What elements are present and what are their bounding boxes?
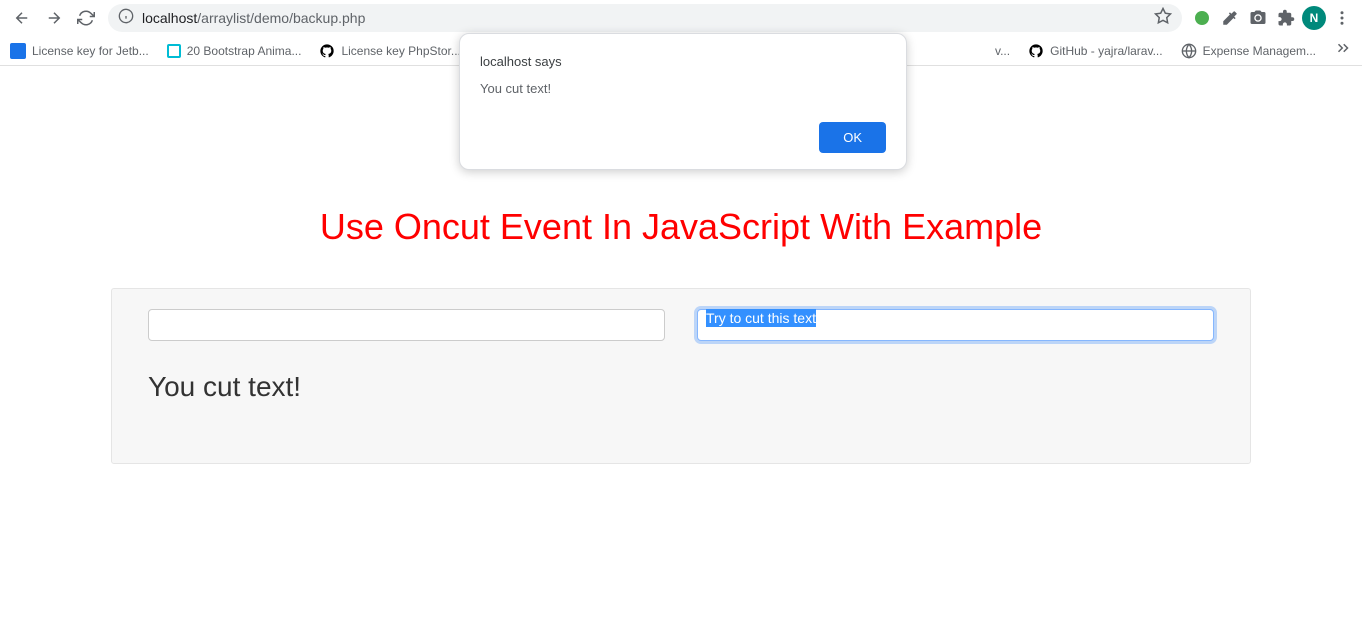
alert-dialog: localhost says You cut text! OK	[459, 33, 907, 170]
bookmark-label: GitHub - yajra/larav...	[1050, 44, 1162, 58]
bookmark-label: v...	[995, 44, 1010, 58]
demo-panel: Try to cut this text You cut text!	[111, 288, 1251, 464]
bookmark-item[interactable]: GitHub - yajra/larav...	[1028, 43, 1162, 59]
bookmark-label: Expense Managem...	[1203, 44, 1316, 58]
bookmark-label: License key PhpStor...	[341, 44, 460, 58]
bookmark-item[interactable]: License key PhpStor...	[319, 43, 460, 59]
dialog-actions: OK	[480, 122, 886, 153]
url-text: localhost/arraylist/demo/backup.php	[142, 10, 365, 26]
selected-text: Try to cut this text	[706, 309, 816, 327]
bookmark-label: 20 Bootstrap Anima...	[187, 44, 302, 58]
dialog-title: localhost says	[480, 54, 886, 69]
ok-button[interactable]: OK	[819, 122, 886, 153]
bookmark-item[interactable]: Expense Managem...	[1181, 43, 1316, 59]
browser-toolbar: localhost/arraylist/demo/backup.php N	[0, 0, 1362, 36]
input-right[interactable]: Try to cut this text	[697, 309, 1214, 341]
profile-avatar[interactable]: N	[1302, 6, 1326, 30]
forward-button[interactable]	[40, 4, 68, 32]
globe-icon	[1181, 43, 1197, 59]
menu-dots-icon[interactable]	[1330, 6, 1354, 30]
page-heading: Use Oncut Event In JavaScript With Examp…	[0, 206, 1362, 248]
back-button[interactable]	[8, 4, 36, 32]
bookmarks-overflow-icon[interactable]	[1334, 39, 1352, 62]
star-icon[interactable]	[1154, 7, 1172, 30]
camera-icon[interactable]	[1246, 6, 1270, 30]
eyedropper-icon[interactable]	[1218, 6, 1242, 30]
bookmark-item[interactable]: v...	[995, 44, 1010, 58]
bookmark-item[interactable]: License key for Jetb...	[10, 43, 149, 59]
github-icon	[1028, 43, 1044, 59]
bookmark-icon	[167, 44, 181, 58]
info-icon	[118, 8, 134, 29]
page-content: Use Oncut Event In JavaScript With Examp…	[0, 206, 1362, 464]
puzzle-icon[interactable]	[1274, 6, 1298, 30]
input-left[interactable]	[148, 309, 665, 341]
input-row: Try to cut this text	[148, 309, 1214, 341]
address-bar[interactable]: localhost/arraylist/demo/backup.php	[108, 4, 1182, 32]
bookmark-label: License key for Jetb...	[32, 44, 149, 58]
result-text: You cut text!	[148, 371, 1214, 403]
reload-button[interactable]	[72, 4, 100, 32]
bookmark-icon	[10, 43, 26, 59]
github-icon	[319, 43, 335, 59]
extension-green-icon[interactable]	[1190, 6, 1214, 30]
bookmark-item[interactable]: 20 Bootstrap Anima...	[167, 44, 302, 58]
dialog-message: You cut text!	[480, 81, 886, 96]
